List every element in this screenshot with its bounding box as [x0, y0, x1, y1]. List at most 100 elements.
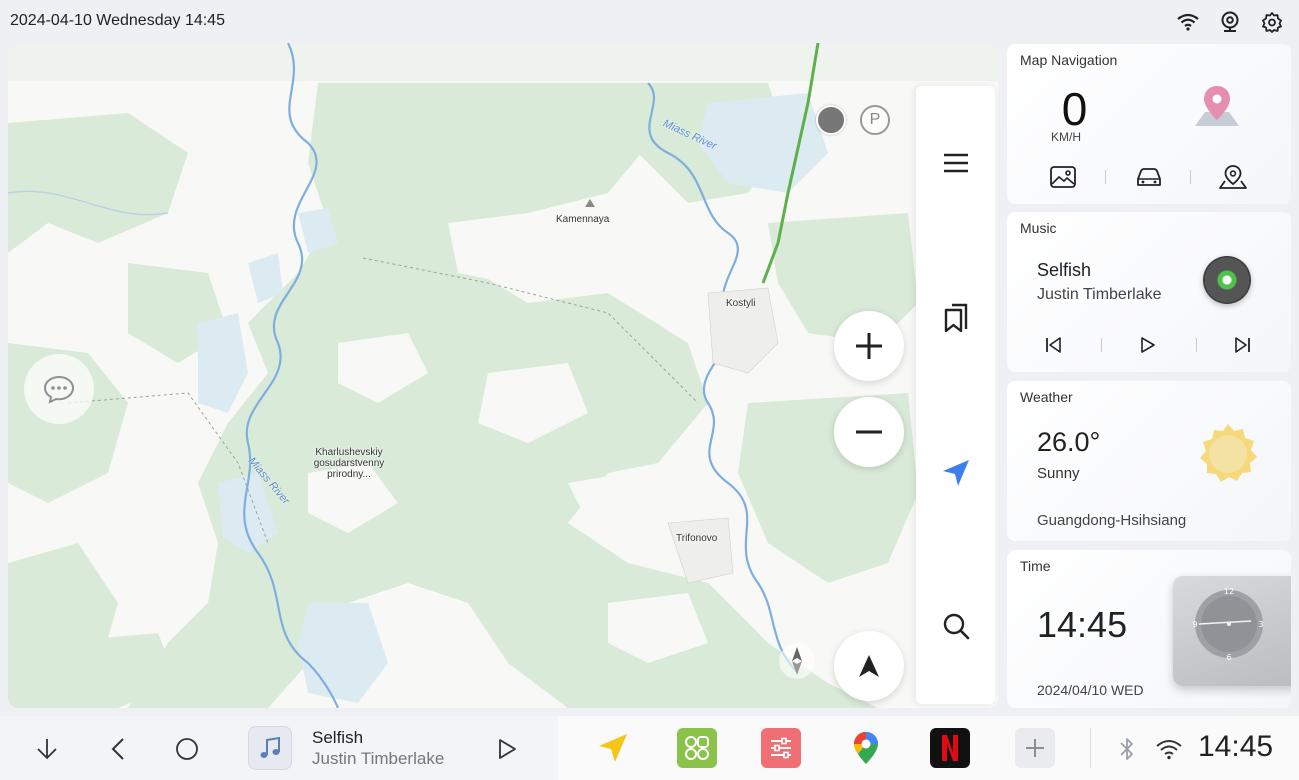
- dock-song-title: Selfish: [312, 728, 364, 747]
- clock-number-12: 12: [1224, 587, 1234, 596]
- north-indicator: [779, 643, 815, 679]
- dock-play-button[interactable]: [490, 732, 524, 766]
- next-icon: [1235, 337, 1250, 353]
- clock-number-6: 6: [1226, 653, 1231, 662]
- navigate-icon: [942, 460, 969, 486]
- minus-icon: [856, 430, 882, 434]
- traffic-layer-toggle[interactable]: [816, 105, 846, 135]
- time-card[interactable]: Time 14:45 2024/04/10 WED 12 3 6 9: [1007, 550, 1291, 708]
- google-maps-app[interactable]: [846, 728, 886, 768]
- album-disc-icon: [1203, 256, 1251, 304]
- menu-button[interactable]: [916, 138, 995, 188]
- previous-button[interactable]: [1038, 332, 1068, 358]
- chat-button[interactable]: [24, 354, 94, 424]
- card-title: Weather: [1020, 389, 1073, 405]
- map-layer-toggles: P: [816, 105, 890, 135]
- weather-condition: Sunny: [1037, 465, 1080, 482]
- sliders-icon: [771, 737, 791, 759]
- navigate-button[interactable]: [916, 448, 995, 498]
- play-icon: [1141, 337, 1155, 353]
- add-app-button[interactable]: [1015, 728, 1055, 768]
- webcam-icon[interactable]: [1217, 10, 1243, 34]
- music-card[interactable]: Music Selfish Justin Timberlake: [1007, 212, 1291, 372]
- search-button[interactable]: [916, 601, 995, 651]
- wifi-icon: [1156, 740, 1182, 760]
- zoom-in-button[interactable]: [834, 311, 904, 381]
- previous-icon: [1046, 337, 1061, 353]
- temperature: 26.0°: [1037, 427, 1101, 457]
- music-note-icon: [260, 736, 280, 758]
- arrow-down-icon: [37, 739, 57, 760]
- song-artist: Justin Timberlake: [1037, 286, 1162, 303]
- search-icon: [943, 613, 969, 640]
- home-circle-icon: [176, 738, 198, 760]
- clock-number-3: 3: [1258, 620, 1263, 629]
- clock-face-icon: 12 3 6 9: [1192, 587, 1263, 662]
- collapse-button[interactable]: [30, 732, 64, 766]
- maps-pin-icon: [854, 732, 878, 764]
- map-label-kostyli: Kostyli: [726, 298, 756, 309]
- netflix-logo-icon: [942, 735, 958, 761]
- dock-clock: 14:45: [1198, 730, 1274, 763]
- compass-button[interactable]: [834, 631, 904, 701]
- apps-grid-icon: [685, 736, 709, 760]
- settings-icon[interactable]: [1259, 10, 1285, 34]
- sun-icon: [1195, 421, 1261, 492]
- bluetooth-button[interactable]: [1110, 732, 1144, 766]
- wifi-icon[interactable]: [1175, 10, 1201, 34]
- plus-icon: [1026, 739, 1044, 757]
- photo-button[interactable]: [1048, 162, 1078, 192]
- dock-song-artist: Justin Timberlake: [312, 749, 445, 768]
- nav-arrow-icon: [599, 734, 627, 762]
- status-datetime: 2024-04-10 Wednesday 14:45: [10, 12, 225, 29]
- card-title: Music: [1020, 220, 1057, 236]
- chat-bubble-icon: [43, 375, 75, 404]
- dock-wifi-button[interactable]: [1152, 732, 1186, 766]
- car-button[interactable]: [1134, 162, 1164, 192]
- card-title: Map Navigation: [1020, 52, 1118, 68]
- status-bar: 2024-04-10 Wednesday 14:45: [0, 0, 1299, 42]
- map-label-kamennaya: Kamennaya: [556, 214, 610, 225]
- card-title: Time: [1020, 558, 1051, 574]
- map-navigation-card[interactable]: Map Navigation 0 KM/H: [1007, 44, 1291, 204]
- zoom-out-button[interactable]: [834, 397, 904, 467]
- weather-card[interactable]: Weather 26.0° Sunny Guangdong-Hsihsiang: [1007, 381, 1291, 541]
- menu-icon: [943, 153, 968, 173]
- time-value: 14:45: [1037, 604, 1128, 645]
- bottom-dock: Selfish Justin Timberlake 14:45: [0, 716, 1299, 780]
- analog-clock-widget: 12 3 6 9: [1173, 576, 1291, 686]
- bookmarks-icon: [944, 303, 967, 333]
- home-button[interactable]: [170, 732, 204, 766]
- plus-icon: [856, 333, 882, 359]
- back-icon: [111, 738, 124, 760]
- equalizer-app[interactable]: [761, 728, 801, 768]
- north-arrow-icon: [792, 647, 802, 675]
- parking-toggle[interactable]: P: [860, 105, 890, 135]
- clock-number-9: 9: [1192, 620, 1197, 629]
- photo-icon: [1050, 166, 1076, 188]
- music-app-button[interactable]: [248, 726, 292, 770]
- speed-unit: KM/H: [1051, 130, 1081, 144]
- location-icon: [1219, 165, 1247, 189]
- play-icon: [499, 739, 516, 759]
- location-button[interactable]: [1218, 162, 1248, 192]
- netflix-app[interactable]: [930, 728, 970, 768]
- bluetooth-icon: [1120, 738, 1133, 760]
- song-title: Selfish: [1037, 260, 1092, 280]
- map-view[interactable]: Kamennaya Kostyli Trifonovo Kharlushevsk…: [8, 43, 998, 708]
- play-button[interactable]: [1133, 332, 1163, 358]
- weather-location: Guangdong-Hsihsiang: [1037, 512, 1187, 529]
- car-icon: [1137, 168, 1161, 186]
- map-pin-icon: [1189, 82, 1245, 137]
- next-button[interactable]: [1228, 332, 1258, 358]
- navigation-app[interactable]: [593, 728, 633, 768]
- map-label-reserve: Kharlushevskiy gosudarstvenny prirodny..…: [313, 447, 385, 480]
- compass-arrow-icon: [859, 655, 879, 677]
- bookmarks-button[interactable]: [916, 293, 995, 343]
- map-label-trifonovo: Trifonovo: [676, 533, 718, 544]
- apps-launcher-app[interactable]: [677, 728, 717, 768]
- map-sidebar: [916, 86, 995, 704]
- speed-value: 0: [1061, 83, 1088, 135]
- back-button[interactable]: [101, 732, 135, 766]
- date-value: 2024/04/10 WED: [1037, 682, 1144, 698]
